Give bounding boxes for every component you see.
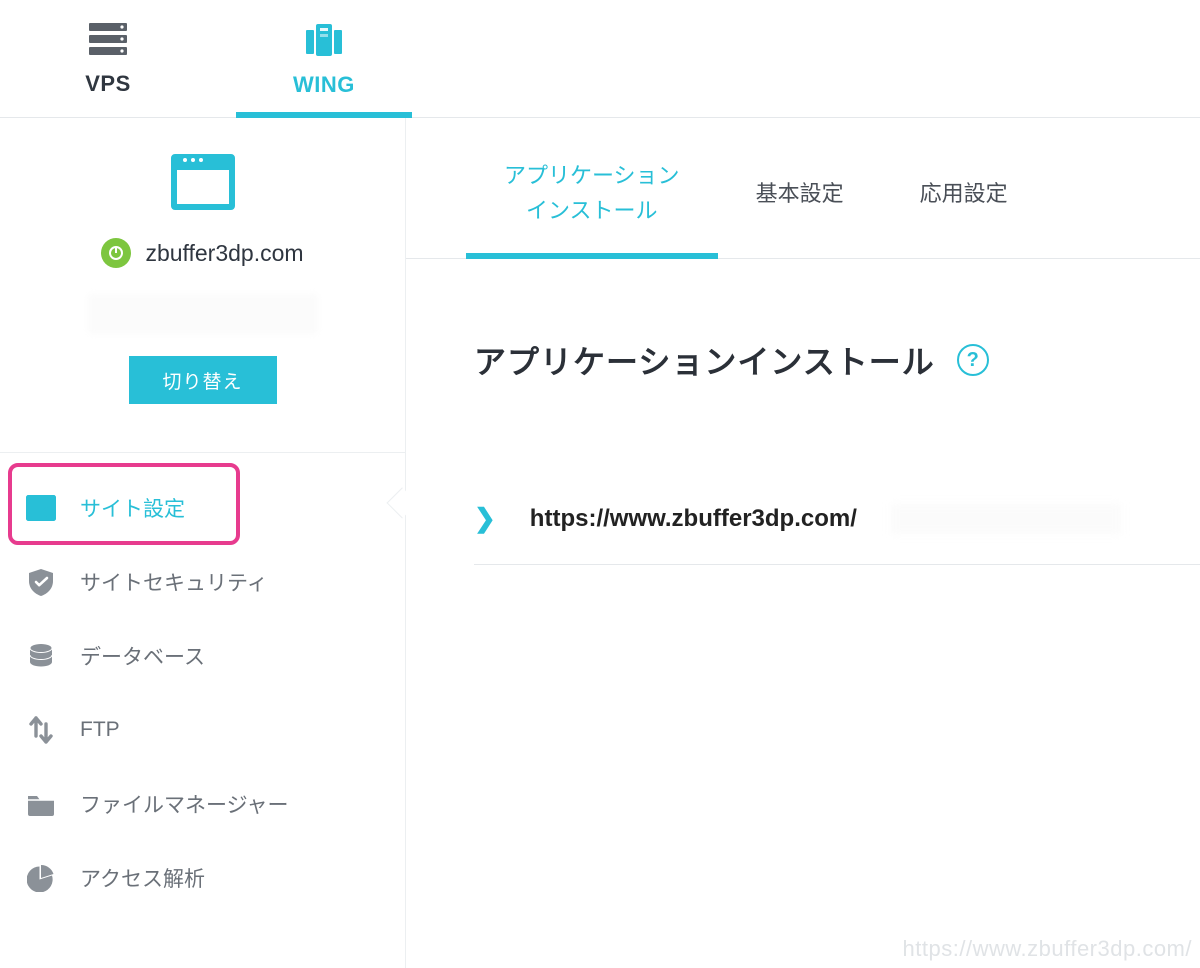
switch-button[interactable]: 切り替え: [129, 356, 277, 404]
domain-row: zbuffer3dp.com: [101, 238, 303, 268]
domain-name: zbuffer3dp.com: [145, 240, 303, 267]
top-tab-wing-label: WING: [293, 72, 355, 98]
nav-label: データベース: [80, 641, 205, 671]
top-tab-wing[interactable]: WING: [216, 0, 432, 117]
ftp-icon: [24, 713, 58, 747]
folder-icon: [24, 787, 58, 821]
content: アプリケーション インストール 基本設定 応用設定 アプリケーションインストール…: [406, 118, 1200, 968]
sub-tab-advanced-settings[interactable]: 応用設定: [882, 158, 1046, 258]
nav-item-site-security[interactable]: サイトセキュリティ: [0, 545, 405, 619]
shield-check-icon: [24, 565, 58, 599]
server-icon: [85, 21, 131, 59]
sub-tab-basic-settings[interactable]: 基本設定: [718, 158, 882, 258]
page-title-row: アプリケーションインストール ?: [406, 259, 1200, 383]
install-item-row[interactable]: ❯ https://www.zbuffer3dp.com/: [474, 503, 1200, 565]
sub-tab-label: 基本設定: [756, 181, 844, 206]
nav-label: アクセス解析: [80, 863, 205, 893]
wing-icon: [301, 20, 347, 60]
window-icon: [171, 154, 235, 210]
nav-label: FTP: [80, 718, 120, 742]
nav-item-site-settings[interactable]: サイト設定: [0, 471, 405, 545]
install-item-url: https://www.zbuffer3dp.com/: [530, 505, 857, 533]
chevron-right-icon: ❯: [474, 503, 496, 534]
sub-tab-label: 応用設定: [920, 181, 1008, 206]
help-icon[interactable]: ?: [957, 344, 989, 376]
sub-tabs: アプリケーション インストール 基本設定 応用設定: [406, 118, 1200, 259]
blurred-placeholder: [88, 294, 318, 334]
side-nav: サイト設定 サイトセキュリティ データベース FTP: [0, 453, 405, 933]
blurred-url-suffix: [891, 504, 1121, 534]
sub-tab-app-install[interactable]: アプリケーション インストール: [466, 158, 718, 258]
nav-item-ftp[interactable]: FTP: [0, 693, 405, 767]
sub-tab-label: アプリケーション インストール: [504, 158, 680, 228]
sidebar: zbuffer3dp.com 切り替え サイト設定 サイトセキュリティ: [0, 118, 406, 968]
power-icon: [101, 238, 131, 268]
nav-item-access-analytics[interactable]: アクセス解析: [0, 841, 405, 915]
nav-item-database[interactable]: データベース: [0, 619, 405, 693]
top-tab-vps-label: VPS: [85, 71, 131, 97]
site-settings-icon: [24, 491, 58, 525]
database-icon: [24, 639, 58, 673]
top-tabs: VPS WING: [0, 0, 1200, 118]
top-tab-vps[interactable]: VPS: [0, 0, 216, 117]
site-panel: zbuffer3dp.com 切り替え: [0, 118, 405, 453]
page-title: アプリケーションインストール: [474, 337, 935, 383]
pie-chart-icon: [24, 861, 58, 895]
nav-label: サイト設定: [80, 493, 185, 523]
watermark: https://www.zbuffer3dp.com/: [903, 936, 1192, 962]
nav-item-file-manager[interactable]: ファイルマネージャー: [0, 767, 405, 841]
nav-label: サイトセキュリティ: [80, 567, 268, 597]
nav-label: ファイルマネージャー: [80, 789, 289, 819]
